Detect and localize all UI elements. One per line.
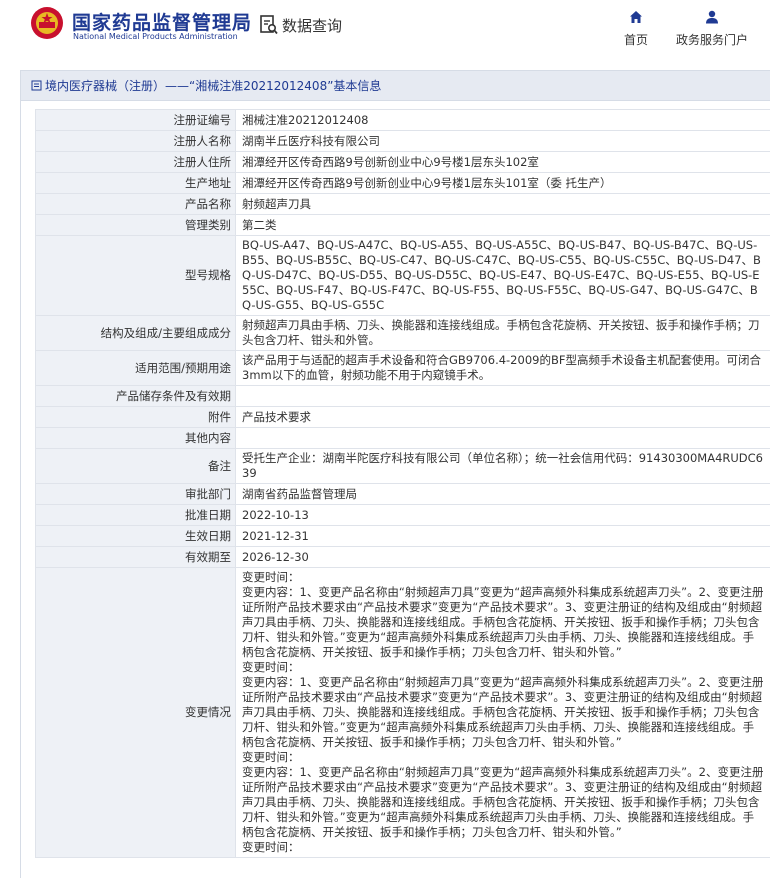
table-row: 产品储存条件及有效期 xyxy=(35,385,770,407)
table-row: 注册人住所 湘潭经开区传奇西路9号创新创业中心9号楼1层东头102室 xyxy=(35,151,770,173)
row-label: 附件 xyxy=(35,406,236,428)
row-label: 产品储存条件及有效期 xyxy=(35,385,236,407)
row-value: 射频超声刀具 xyxy=(235,193,770,215)
row-value: BQ-US-A47、BQ-US-A47C、BQ-US-A55、BQ-US-A55… xyxy=(235,235,770,316)
change-content: 变更内容：1、变更产品名称由“射频超声刀具”变更为“超声高频外科集成系统超声刀头… xyxy=(242,585,764,659)
nav-home-label: 首页 xyxy=(623,33,648,47)
table-row: 注册证编号 湘械注准20212012408 xyxy=(35,109,770,131)
row-value xyxy=(235,427,770,449)
row-value: 受托生产企业：湖南半陀医疗科技有限公司（单位名称）；统一社会信用代码：91430… xyxy=(235,448,770,484)
table-row: 附件 产品技术要求 xyxy=(35,406,770,428)
row-value: 第二类 xyxy=(235,214,770,236)
panel-title: 境内医疗器械（注册）——“湘械注准20212012408”基本信息 xyxy=(21,71,770,101)
panel-title-text: 境内医疗器械（注册）——“湘械注准20212012408”基本信息 xyxy=(45,79,382,93)
site-header: 国家药品监督管理局 National Medical Products Admi… xyxy=(0,0,770,62)
row-value: 2026-12-30 xyxy=(235,546,770,568)
row-label: 注册人住所 xyxy=(35,151,236,173)
change-time: 变更时间： xyxy=(242,840,300,854)
table-row: 产品名称 射频超声刀具 xyxy=(35,193,770,215)
table-row: 型号规格 BQ-US-A47、BQ-US-A47C、BQ-US-A55、BQ-US… xyxy=(35,235,770,316)
change-time: 变更时间： xyxy=(242,750,300,764)
row-value xyxy=(235,385,770,407)
row-label: 适用范围/预期用途 xyxy=(35,350,236,386)
row-value: 产品技术要求 xyxy=(235,406,770,428)
change-time: 变更时间： xyxy=(242,660,300,674)
table-row: 管理类别 第二类 xyxy=(35,214,770,236)
data-query-link[interactable]: 数据查询 xyxy=(260,14,342,36)
change-content: 变更内容：1、变更产品名称由“射频超声刀具”变更为“超声高频外科集成系统超声刀头… xyxy=(242,765,764,839)
home-icon xyxy=(630,11,642,23)
row-label: 生产地址 xyxy=(35,172,236,194)
row-value: 2021-12-31 xyxy=(235,525,770,547)
row-value: 湘潭经开区传奇西路9号创新创业中心9号楼1层东头101室（委 托生产） xyxy=(235,172,770,194)
row-value: 湘潭经开区传奇西路9号创新创业中心9号楼1层东头102室 xyxy=(235,151,770,173)
row-label: 结构及组成/主要组成成分 xyxy=(35,315,236,351)
user-icon xyxy=(706,10,718,24)
table-row: 注册人名称 湖南半丘医疗科技有限公司 xyxy=(35,130,770,152)
change-entry: 变更时间： 变更内容：1、变更产品名称由“射频超声刀具”变更为“超声高频外科集成… xyxy=(242,570,764,660)
row-label: 注册人名称 xyxy=(35,130,236,152)
change-time: 变更时间： xyxy=(242,570,300,584)
row-label: 其他内容 xyxy=(35,427,236,449)
nav-service-portal[interactable]: 政务服务门户 xyxy=(672,10,752,48)
table-row: 生效日期 2021-12-31 xyxy=(35,525,770,547)
row-value: 射频超声刀具由手柄、刀头、换能器和连接线组成。手柄包含花旋柄、开关按钮、扳手和操… xyxy=(235,315,770,351)
table-row: 其他内容 xyxy=(35,427,770,449)
document-icon xyxy=(31,80,42,91)
row-value: 湖南半丘医疗科技有限公司 xyxy=(235,130,770,152)
table-row: 备注 受托生产企业：湖南半陀医疗科技有限公司（单位名称）；统一社会信用代码：914… xyxy=(35,448,770,484)
table-row: 生产地址 湘潭经开区传奇西路9号创新创业中心9号楼1层东头101室（委 托生产） xyxy=(35,172,770,194)
row-label: 产品名称 xyxy=(35,193,236,215)
row-label: 备注 xyxy=(35,448,236,484)
change-entry: 变更时间： xyxy=(242,840,764,855)
table-row: 结构及组成/主要组成成分 射频超声刀具由手柄、刀头、换能器和连接线组成。手柄包含花… xyxy=(35,315,770,351)
site-logo-subtitle: National Medical Products Administration xyxy=(73,32,238,41)
detail-panel: 境内医疗器械（注册）——“湘械注准20212012408”基本信息 注册证编号湘… xyxy=(20,70,770,878)
emblem-icon xyxy=(31,7,63,39)
row-value: 2022-10-13 xyxy=(235,504,770,526)
row-value: 湘械注准20212012408 xyxy=(235,109,770,131)
change-entry: 变更时间： 变更内容：1、变更产品名称由“射频超声刀具”变更为“超声高频外科集成… xyxy=(242,660,764,750)
row-label: 型号规格 xyxy=(35,235,236,316)
table-row-changes: 变更情况 变更时间： 变更内容：1、变更产品名称由“射频超声刀具”变更为“超声高… xyxy=(35,567,770,858)
table-row: 审批部门 湖南省药品监督管理局 xyxy=(35,483,770,505)
row-label: 注册证编号 xyxy=(35,109,236,131)
row-value: 湖南省药品监督管理局 xyxy=(235,483,770,505)
nav-home[interactable]: 首页 xyxy=(618,10,654,48)
row-label: 审批部门 xyxy=(35,483,236,505)
change-content: 变更内容：1、变更产品名称由“射频超声刀具”变更为“超声高频外科集成系统超声刀头… xyxy=(242,675,764,749)
site-logo-title[interactable]: 国家药品监督管理局 xyxy=(72,8,252,35)
changes-label: 变更情况 xyxy=(35,567,236,858)
registration-info-table: 注册证编号 湘械注准20212012408 注册人名称 湖南半丘医疗科技有限公司 注… xyxy=(35,109,770,858)
data-query-label: 数据查询 xyxy=(282,16,343,35)
row-label: 批准日期 xyxy=(35,504,236,526)
row-label: 有效期至 xyxy=(35,546,236,568)
search-document-icon xyxy=(260,15,278,35)
table-row: 有效期至 2026-12-30 xyxy=(35,546,770,568)
table-row: 适用范围/预期用途 该产品用于与适配的超声手术设备和符合GB9706.4-2009… xyxy=(35,350,770,386)
nav-service-portal-label: 政务服务门户 xyxy=(675,33,748,47)
row-label: 生效日期 xyxy=(35,525,236,547)
changes-value: 变更时间： 变更内容：1、变更产品名称由“射频超声刀具”变更为“超声高频外科集成… xyxy=(235,567,770,858)
table-row: 批准日期 2022-10-13 xyxy=(35,504,770,526)
change-entry: 变更时间： 变更内容：1、变更产品名称由“射频超声刀具”变更为“超声高频外科集成… xyxy=(242,750,764,840)
row-value: 该产品用于与适配的超声手术设备和符合GB9706.4-2009的BF型高频手术设… xyxy=(235,350,770,386)
row-label: 管理类别 xyxy=(35,214,236,236)
